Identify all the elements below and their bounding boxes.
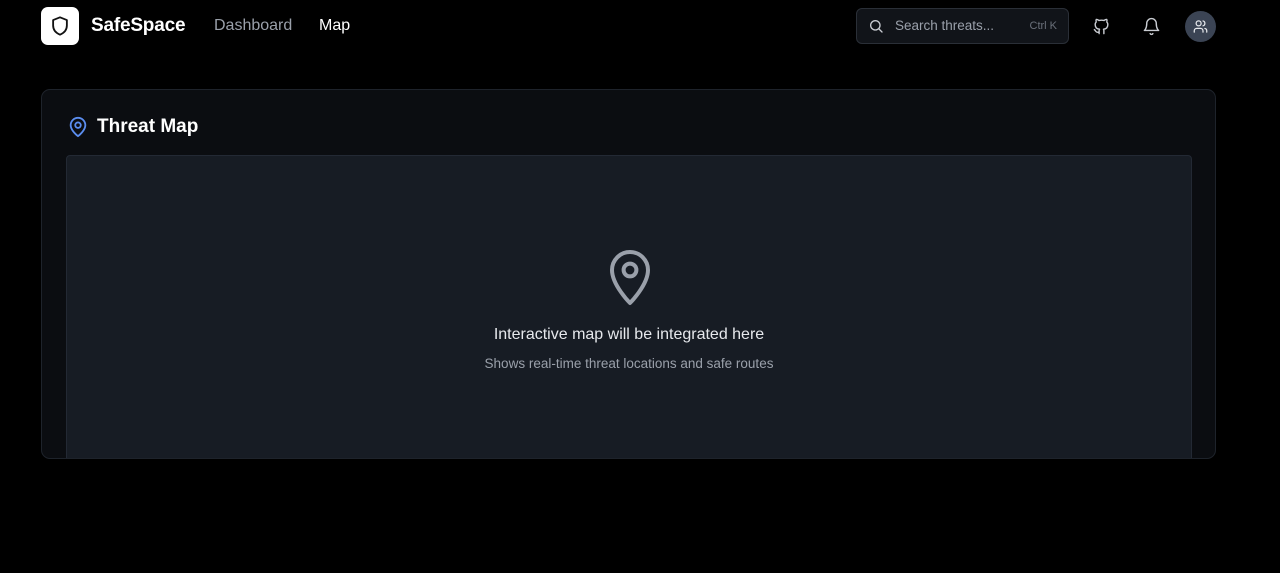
map-placeholder-subheading: Shows real-time threat locations and saf… xyxy=(484,356,774,371)
github-button[interactable] xyxy=(1085,10,1117,42)
card-title: Threat Map xyxy=(97,116,199,137)
github-icon xyxy=(1093,18,1109,34)
search-placeholder: Search threats... xyxy=(895,18,995,33)
nav-link-map[interactable]: Map xyxy=(319,17,350,35)
threat-map-card: Threat Map Interactive map will be integ… xyxy=(41,89,1216,459)
logo[interactable] xyxy=(41,7,79,45)
nav-link-dashboard[interactable]: Dashboard xyxy=(214,17,292,35)
map-placeholder[interactable]: Interactive map will be integrated here … xyxy=(66,155,1192,458)
top-navigation-bar: SafeSpace Dashboard Map Search threats..… xyxy=(0,0,1280,54)
brand-name[interactable]: SafeSpace xyxy=(91,15,186,37)
map-pin-icon xyxy=(69,116,87,138)
search-shortcut-hint: Ctrl K xyxy=(1029,20,1058,32)
search-input[interactable]: Search threats... Ctrl K xyxy=(856,8,1069,44)
user-avatar-button[interactable] xyxy=(1185,11,1216,42)
map-placeholder-heading: Interactive map will be integrated here xyxy=(493,326,765,343)
notifications-button[interactable] xyxy=(1135,10,1167,42)
bell-icon xyxy=(1143,17,1159,35)
users-icon xyxy=(1193,20,1208,33)
shield-icon xyxy=(52,16,68,36)
map-pin-icon xyxy=(610,250,650,305)
search-icon xyxy=(870,20,883,33)
